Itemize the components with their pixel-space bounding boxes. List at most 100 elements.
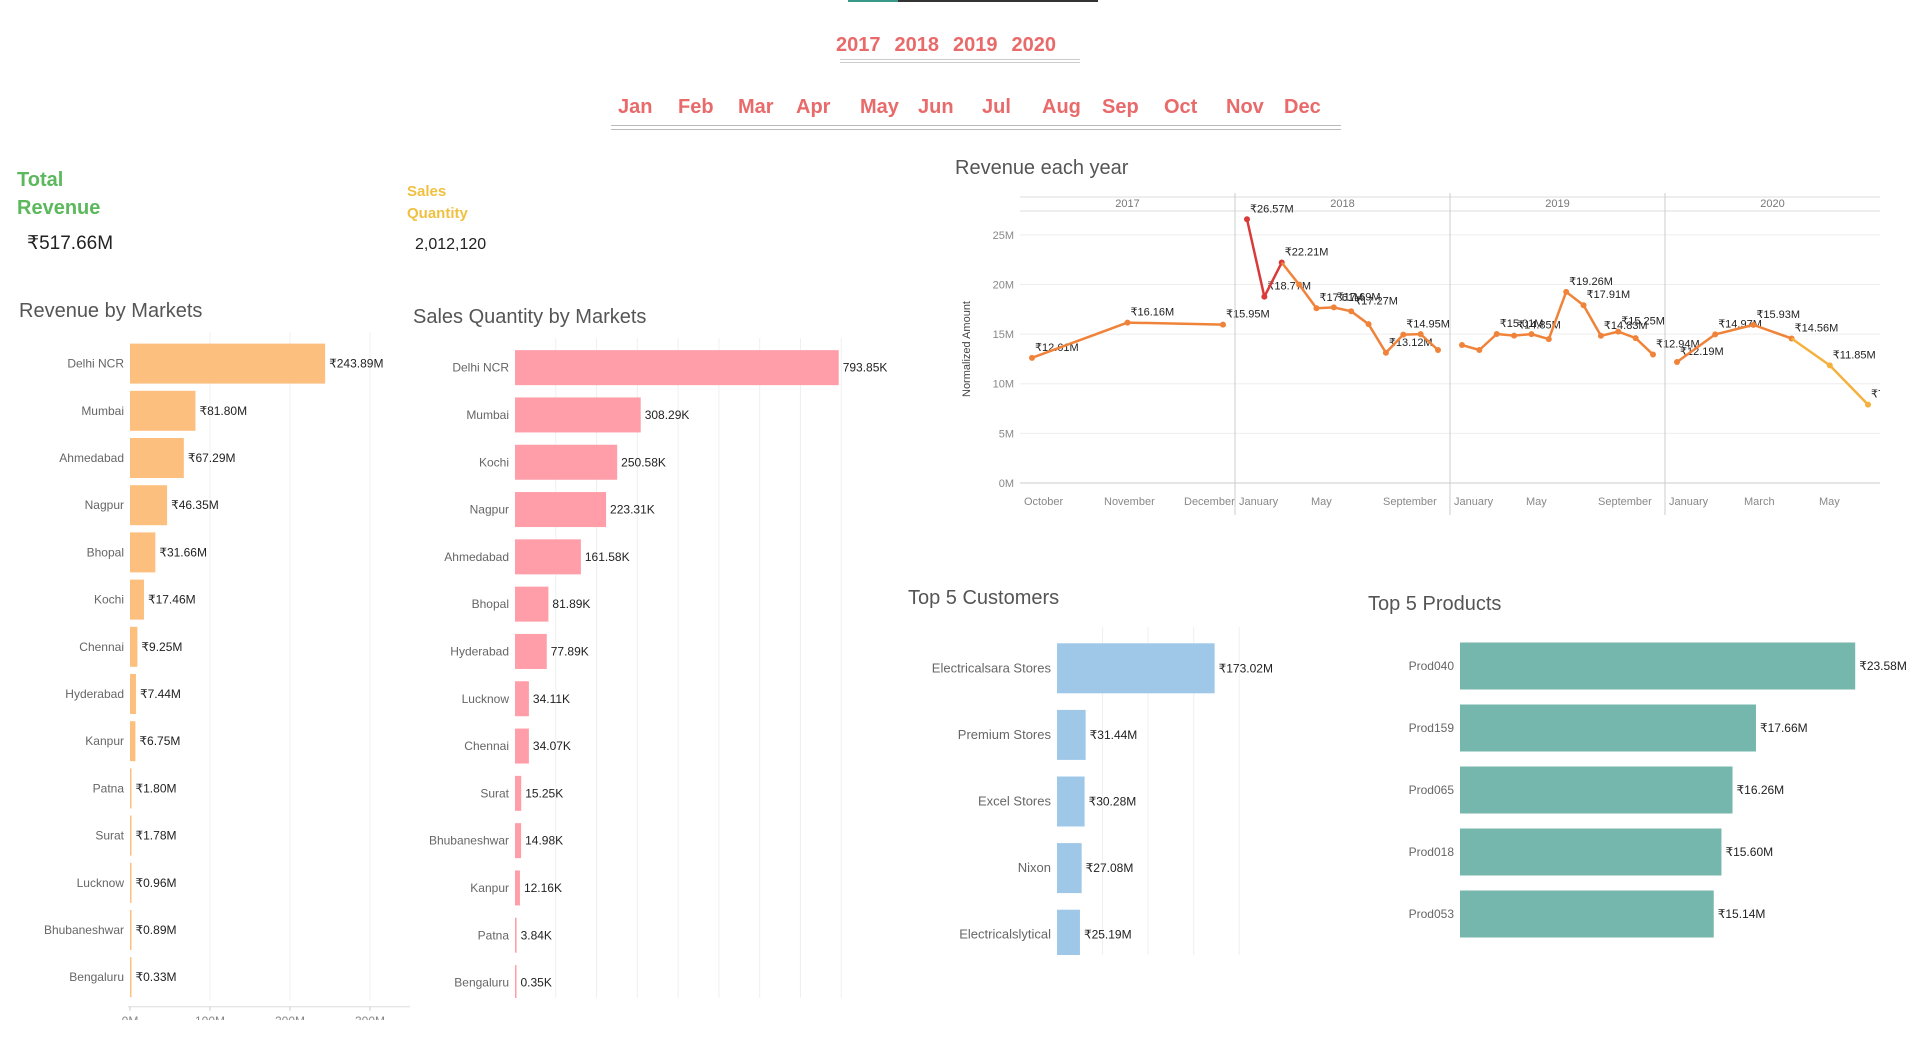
data-point-2019-11 [1650,351,1656,358]
total-revenue-label-line1: Total [17,169,64,191]
data-label-2018-2: ₹22.21M [1285,247,1329,259]
category-label-delhi-ncr: Delhi NCR [67,357,124,371]
sales-quantity-label: Sales Quantity [407,181,468,225]
line-segment-2019 [1582,304,1602,337]
bar-ahmedabad [130,438,184,478]
month-filter-jul[interactable]: Jul [982,96,1011,119]
data-label-patna: ₹1.80M [136,781,177,795]
bar-bhubaneshwar [130,910,132,950]
data-point-2017-2 [1220,321,1226,328]
bar-delhi-ncr [130,343,326,384]
data-label-lucknow: ₹0.96M [136,876,177,890]
bar-electricalsara-stores [1057,643,1215,694]
category-label-nagpur: Nagpur [85,498,124,512]
year-filter-divider [840,59,1080,63]
line-segment-2020 [1828,364,1869,406]
category-label-kochi: Kochi [479,455,509,469]
data-label-kochi: ₹17.46M [148,593,196,607]
x-tick-label-2019-september: September [1598,496,1652,508]
x-tick-label-2019-january: January [1454,496,1494,508]
category-label-excel-stores: Excel Stores [978,794,1051,809]
data-label-kanpur: 12.16K [524,881,562,895]
panel-header-2020: 2020 [1760,198,1784,210]
data-label-2018-6: ₹17.27M [1354,295,1398,307]
bar-patna [515,917,517,953]
data-label-2020-5: ₹7.90M [1871,389,1880,401]
bar-ahmedabad [515,539,581,575]
top-5-customers-chart: Electricalsara Stores ₹173.02M Premium Sto… [932,627,1273,955]
data-label-chennai: ₹9.25M [141,640,182,654]
panel-header-2017: 2017 [1115,198,1139,210]
month-filter-feb[interactable]: Feb [678,96,714,119]
revenue-by-markets-chart: Delhi NCR ₹243.89M Mumbai ₹81.80M Ahmedabad ₹… [44,332,410,1020]
year-filter-2018[interactable]: 2018 [895,34,940,57]
bar-mumbai [515,397,641,433]
category-label-prod018: Prod018 [1409,845,1455,859]
year-filter-2020[interactable]: 2020 [1012,34,1057,57]
sales-quantity-value: 2,012,120 [415,236,487,253]
month-filter-dec[interactable]: Dec [1284,96,1321,119]
data-label-delhi-ncr: 793.85K [843,361,888,375]
data-label-2018-9: ₹14.95M [1406,319,1450,331]
category-label-premium-stores: Premium Stores [958,727,1052,742]
data-label-2020-4: ₹11.85M [1833,349,1876,361]
category-label-chennai: Chennai [464,739,509,753]
data-label-2020-2: ₹15.93M [1756,309,1800,321]
y-tick-label-20m: 20M [993,279,1014,291]
y-tick-label-0m: 0M [999,478,1014,490]
bar-prod053 [1460,890,1714,938]
total-revenue-label: Total Revenue [17,166,100,222]
data-label-2017-1: ₹16.16M [1131,307,1175,319]
month-filter-jan[interactable]: Jan [618,96,652,119]
category-label-hyderabad: Hyderabad [450,644,509,658]
bar-prod018 [1460,828,1722,876]
bar-bhopal [515,586,549,622]
year-filter-2019[interactable]: 2019 [953,34,998,57]
bar-prod159 [1460,704,1756,752]
year-filter-underline [848,0,1098,2]
bar-nagpur [515,492,607,528]
month-filter-oct[interactable]: Oct [1164,96,1197,119]
month-filter-jun[interactable]: Jun [918,96,954,119]
month-filter-mar[interactable]: Mar [738,96,774,119]
category-label-kochi: Kochi [94,593,124,607]
category-label-surat: Surat [95,829,124,843]
x-tick-label-300m: 300M [355,1014,385,1020]
month-filter-may[interactable]: May [860,96,899,119]
category-label-delhi-ncr: Delhi NCR [452,361,509,375]
x-tick-label-2017-december: December [1184,496,1235,508]
bar-bengaluru [515,965,517,998]
data-label-nixon: ₹27.08M [1086,861,1134,875]
category-label-prod053: Prod053 [1409,907,1455,921]
y-tick-label-25m: 25M [993,230,1014,242]
data-label-prod159: ₹17.66M [1760,721,1808,735]
category-label-electricalslytical: Electricalslytical [959,927,1051,942]
month-filter-apr[interactable]: Apr [796,96,830,119]
data-label-ahmedabad: 161.58K [585,550,630,564]
x-tick-label-2018-january: January [1239,496,1279,508]
month-filter-nov[interactable]: Nov [1226,96,1264,119]
data-label-hyderabad: 77.89K [551,644,589,658]
y-axis-title: Normalized Amount [961,301,973,397]
month-filter-aug[interactable]: Aug [1042,96,1081,119]
category-label-chennai: Chennai [79,640,124,654]
month-filter-sep[interactable]: Sep [1102,96,1139,119]
data-label-electricalsara-stores: ₹173.02M [1219,661,1273,675]
bar-patna [130,768,132,809]
month-filter: Jan Feb Mar Apr May Jun Jul Aug Sep Oct … [612,96,1352,122]
bar-surat [515,775,522,811]
data-label-prod040: ₹23.58M [1859,659,1907,673]
data-label-bengaluru: 0.35K [521,976,552,990]
year-filter: 2017 2018 2019 2020 [836,34,1056,57]
top-5-customers-title: Top 5 Customers [908,587,1060,609]
line-segment-2019 [1478,333,1498,351]
data-label-mumbai: ₹81.80M [199,404,247,418]
x-tick-label-0m: 0M [122,1014,139,1020]
data-label-prod065: ₹16.26M [1737,783,1785,797]
y-tick-label-5m: 5M [999,428,1014,440]
data-label-electricalslytical: ₹25.19M [1084,928,1132,942]
line-segment-2019 [1634,337,1654,356]
bar-mumbai [130,390,196,431]
year-filter-2017[interactable]: 2017 [836,34,881,57]
x-tick-label-2020-may: May [1819,496,1840,508]
